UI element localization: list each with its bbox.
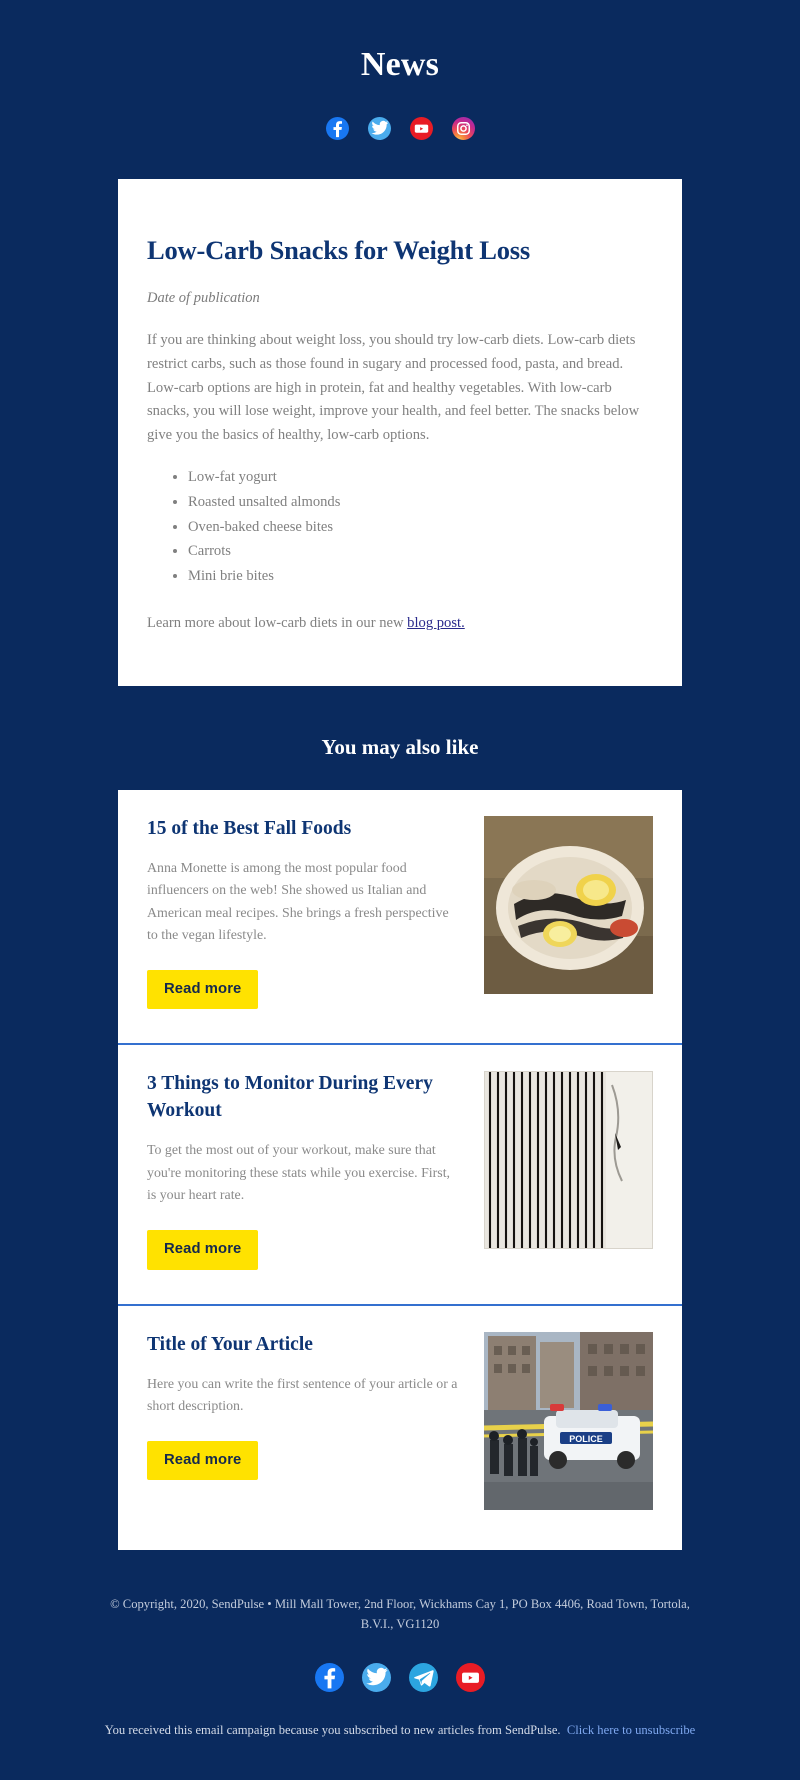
related-article-title[interactable]: Title of Your Article: [147, 1332, 462, 1359]
related-article-title[interactable]: 3 Things to Monitor During Every Workout: [147, 1071, 462, 1125]
unsubscribe-link[interactable]: Click here to unsubscribe: [567, 1723, 695, 1737]
related-article-text: Title of Your Article Here you can write…: [147, 1332, 484, 1481]
section-heading: You may also like: [321, 734, 479, 759]
article-outro-text: Learn more about low-carb diets in our n…: [147, 615, 408, 632]
table-row: Title of Your Article Here you can write…: [118, 1306, 682, 1550]
footer-unsubscribe-note: You received this email campaign because…: [95, 1720, 705, 1740]
email-footer: © Copyright, 2020, SendPulse • Mill Mall…: [0, 1550, 800, 1741]
table-row: 3 Things to Monitor During Every Workout…: [118, 1045, 682, 1306]
read-more-button[interactable]: Read more: [147, 1440, 259, 1481]
related-article-thumbnail: POLICE: [484, 1331, 653, 1510]
youtube-icon[interactable]: [409, 117, 433, 141]
article-body: If you are thinking about weight loss, y…: [147, 332, 640, 444]
related-article-text: 3 Things to Monitor During Every Workout…: [147, 1071, 484, 1270]
related-article-thumbnail: [484, 815, 653, 994]
read-more-button[interactable]: Read more: [147, 1229, 259, 1270]
list-item: Roasted unsalted almonds: [188, 493, 653, 513]
related-article-title[interactable]: 15 of the Best Fall Foods: [147, 816, 462, 843]
twitter-icon[interactable]: [362, 1663, 391, 1693]
page-title: News: [360, 46, 440, 83]
main-article-card: Low-Carb Snacks for Weight Loss Date of …: [118, 179, 682, 686]
footer-copyright: © Copyright, 2020, SendPulse • Mill Mall…: [110, 1596, 690, 1632]
related-article-thumbnail: [484, 1071, 653, 1250]
related-article-description: To get the most out of your workout, mak…: [147, 1143, 451, 1204]
header-social-links: [0, 117, 800, 141]
article-date: Date of publication: [147, 290, 260, 307]
article-title: Low-Carb Snacks for Weight Loss: [147, 235, 531, 266]
instagram-icon[interactable]: [451, 117, 475, 141]
footer-social-links: [95, 1663, 705, 1693]
email-page: News Low-Carb Snacks for Weight Loss Dat…: [0, 0, 800, 1780]
list-item: Low-fat yogurt: [188, 468, 653, 488]
email-header: News: [0, 0, 800, 141]
telegram-icon[interactable]: [409, 1663, 438, 1693]
related-articles-card: 15 of the Best Fall Foods Anna Monette i…: [118, 789, 682, 1550]
read-more-button[interactable]: Read more: [147, 969, 259, 1010]
facebook-icon[interactable]: [315, 1663, 344, 1693]
related-article-description: Here you can write the first sentence of…: [147, 1376, 458, 1415]
related-article-text: 15 of the Best Fall Foods Anna Monette i…: [147, 816, 484, 1010]
youtube-icon[interactable]: [456, 1663, 485, 1693]
list-item: Carrots: [188, 542, 653, 562]
blog-post-link[interactable]: blog post.: [407, 615, 465, 631]
related-article-description: Anna Monette is among the most popular f…: [147, 860, 449, 944]
footer-note-text: You received this email campaign because…: [104, 1723, 561, 1738]
list-item: Mini brie bites: [188, 567, 653, 587]
table-row: 15 of the Best Fall Foods Anna Monette i…: [118, 790, 682, 1046]
facebook-icon[interactable]: [325, 117, 349, 141]
twitter-icon[interactable]: [367, 117, 391, 141]
article-outro: Learn more about low-carb diets in our n…: [147, 612, 653, 635]
list-item: Oven-baked cheese bites: [188, 518, 653, 538]
article-snack-list: Low-fat yogurt Roasted unsalted almonds …: [147, 468, 653, 587]
svg-text:POLICE: POLICE: [569, 1434, 603, 1444]
